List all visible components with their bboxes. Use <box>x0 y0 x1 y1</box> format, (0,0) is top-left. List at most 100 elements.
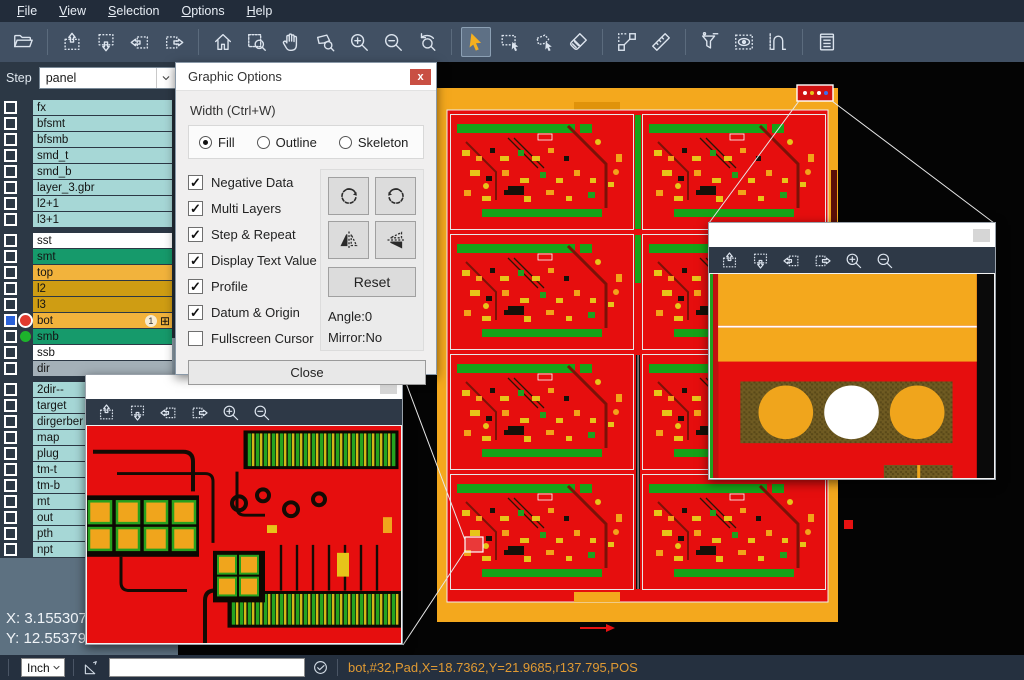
tool-pan-down[interactable] <box>91 27 121 57</box>
magnifier-tool-zoom-out[interactable] <box>872 248 896 272</box>
magnifier-tool-pan-up[interactable] <box>717 248 741 272</box>
checkbox-fullscreen-cursor[interactable]: Fullscreen Cursor <box>188 325 320 351</box>
mirror-vertical-button[interactable] <box>328 221 369 259</box>
layer-checkbox-out[interactable] <box>4 511 17 524</box>
rotate-cw-button[interactable] <box>328 177 369 215</box>
tool-snap[interactable] <box>763 27 793 57</box>
tool-measure-distance[interactable] <box>612 27 642 57</box>
layer-checkbox-smt[interactable] <box>4 250 17 263</box>
tool-select-polygon[interactable] <box>529 27 559 57</box>
layer-checkbox-mt[interactable] <box>4 495 17 508</box>
checkbox-multi-layers[interactable]: ✓Multi Layers <box>188 195 320 221</box>
magnifier-tool-pan-up[interactable] <box>94 400 118 424</box>
layer-name-fx[interactable]: fx <box>33 100 172 115</box>
layer-checkbox-2dir--[interactable] <box>4 383 17 396</box>
layer-name-smd_t[interactable]: smd_t <box>33 148 172 163</box>
magnifier-tool-pan-down[interactable] <box>125 400 149 424</box>
tool-home[interactable] <box>208 27 238 57</box>
command-input[interactable] <box>109 658 305 677</box>
menu-view[interactable]: View <box>48 0 97 22</box>
checkbox-datum-origin[interactable]: ✓Datum & Origin <box>188 299 320 325</box>
magnifier-tool-pan-left[interactable] <box>779 248 803 272</box>
menu-file[interactable]: File <box>6 0 48 22</box>
magnifier-tool-pan-right[interactable] <box>187 400 211 424</box>
layer-checkbox-npt[interactable] <box>4 543 17 556</box>
layer-name-smb[interactable]: smb <box>33 329 172 344</box>
layer-checkbox-l2[interactable] <box>4 282 17 295</box>
layer-name-smd_b[interactable]: smd_b <box>33 164 172 179</box>
corner-measure-icon[interactable] <box>82 659 100 677</box>
menu-selection[interactable]: Selection <box>97 0 170 22</box>
magnifier-tool-pan-down[interactable] <box>748 248 772 272</box>
layer-name-ssb[interactable]: ssb <box>33 345 172 360</box>
checkbox-profile[interactable]: ✓Profile <box>188 273 320 299</box>
layer-checkbox-smd_b[interactable] <box>4 165 17 178</box>
radio-fill[interactable]: Fill <box>199 135 235 150</box>
magnifier-2-view[interactable] <box>709 273 995 479</box>
tool-zoom-polygon[interactable] <box>310 27 340 57</box>
layer-checkbox-target[interactable] <box>4 399 17 412</box>
menu-options[interactable]: Options <box>170 0 235 22</box>
tool-pan-left[interactable] <box>125 27 155 57</box>
layer-checkbox-bfsmb[interactable] <box>4 133 17 146</box>
radio-outline[interactable]: Outline <box>257 135 317 150</box>
reset-button[interactable]: Reset <box>328 267 416 297</box>
dialog-close-button[interactable]: x <box>410 69 431 85</box>
checkbox-step-repeat[interactable]: ✓Step & Repeat <box>188 221 320 247</box>
layer-name-bot[interactable]: bot1⊞ <box>33 313 172 328</box>
layer-checkbox-tm-t[interactable] <box>4 463 17 476</box>
layer-checkbox-tm-b[interactable] <box>4 479 17 492</box>
layer-name-bfsmt[interactable]: bfsmt <box>33 116 172 131</box>
layer-checkbox-pth[interactable] <box>4 527 17 540</box>
menu-help[interactable]: Help <box>236 0 284 22</box>
layer-checkbox-smb[interactable] <box>4 330 17 343</box>
layer-name-l2[interactable]: l2 <box>33 281 172 296</box>
magnifier-tool-pan-right[interactable] <box>810 248 834 272</box>
tool-zoom-previous[interactable] <box>412 27 442 57</box>
layer-name-bfsmb[interactable]: bfsmb <box>33 132 172 147</box>
mirror-horizontal-button[interactable] <box>375 221 416 259</box>
layer-checkbox-plug[interactable] <box>4 447 17 460</box>
layer-name-layer_3.gbr[interactable]: layer_3.gbr <box>33 180 172 195</box>
tool-view-options[interactable] <box>729 27 759 57</box>
layer-name-sst[interactable]: sst <box>33 233 172 248</box>
tool-select-cursor[interactable] <box>461 27 491 57</box>
radio-skeleton[interactable]: Skeleton <box>339 135 409 150</box>
layer-checkbox-l3+1[interactable] <box>4 213 17 226</box>
magnifier-tool-zoom-in[interactable] <box>218 400 242 424</box>
layer-checkbox-fx[interactable] <box>4 101 17 114</box>
tool-clean-brush[interactable] <box>563 27 593 57</box>
checkbox-display-text-value[interactable]: ✓Display Text Value <box>188 247 320 273</box>
magnifier-tool-zoom-in[interactable] <box>841 248 865 272</box>
tool-filter[interactable] <box>695 27 725 57</box>
layer-checkbox-top[interactable] <box>4 266 17 279</box>
layer-checkbox-sst[interactable] <box>4 234 17 247</box>
checkbox-negative-data[interactable]: ✓Negative Data <box>188 169 320 195</box>
sync-check-icon[interactable] <box>312 659 329 676</box>
magnifier-tool-zoom-out[interactable] <box>249 400 273 424</box>
layer-name-l2+1[interactable]: l2+1 <box>33 196 172 211</box>
layer-checkbox-dir[interactable] <box>4 362 17 375</box>
dialog-titlebar[interactable]: Graphic Options x <box>176 63 436 91</box>
tool-pan-up[interactable] <box>57 27 87 57</box>
layer-name-l3[interactable]: l3 <box>33 297 172 312</box>
magnifier-2-titlebar[interactable] <box>709 223 995 247</box>
layer-checkbox-l3[interactable] <box>4 298 17 311</box>
tool-zoom-out[interactable] <box>378 27 408 57</box>
layer-checkbox-dirgerber[interactable] <box>4 415 17 428</box>
tool-report-list[interactable] <box>812 27 842 57</box>
tool-zoom-window[interactable] <box>242 27 272 57</box>
layer-checkbox-bot[interactable] <box>4 314 17 327</box>
step-dropdown[interactable]: panel <box>39 67 177 89</box>
grid-plus-icon[interactable]: ⊞ <box>160 315 170 327</box>
layer-checkbox-layer_3.gbr[interactable] <box>4 181 17 194</box>
tool-open-folder[interactable] <box>8 27 38 57</box>
layer-name-l3+1[interactable]: l3+1 <box>33 212 172 227</box>
layer-name-top[interactable]: top <box>33 265 172 280</box>
tool-measure-ruler[interactable] <box>646 27 676 57</box>
layer-checkbox-l2+1[interactable] <box>4 197 17 210</box>
tool-pan-right[interactable] <box>159 27 189 57</box>
unit-dropdown[interactable]: Inch <box>21 658 65 677</box>
layer-checkbox-map[interactable] <box>4 431 17 444</box>
layer-checkbox-smd_t[interactable] <box>4 149 17 162</box>
